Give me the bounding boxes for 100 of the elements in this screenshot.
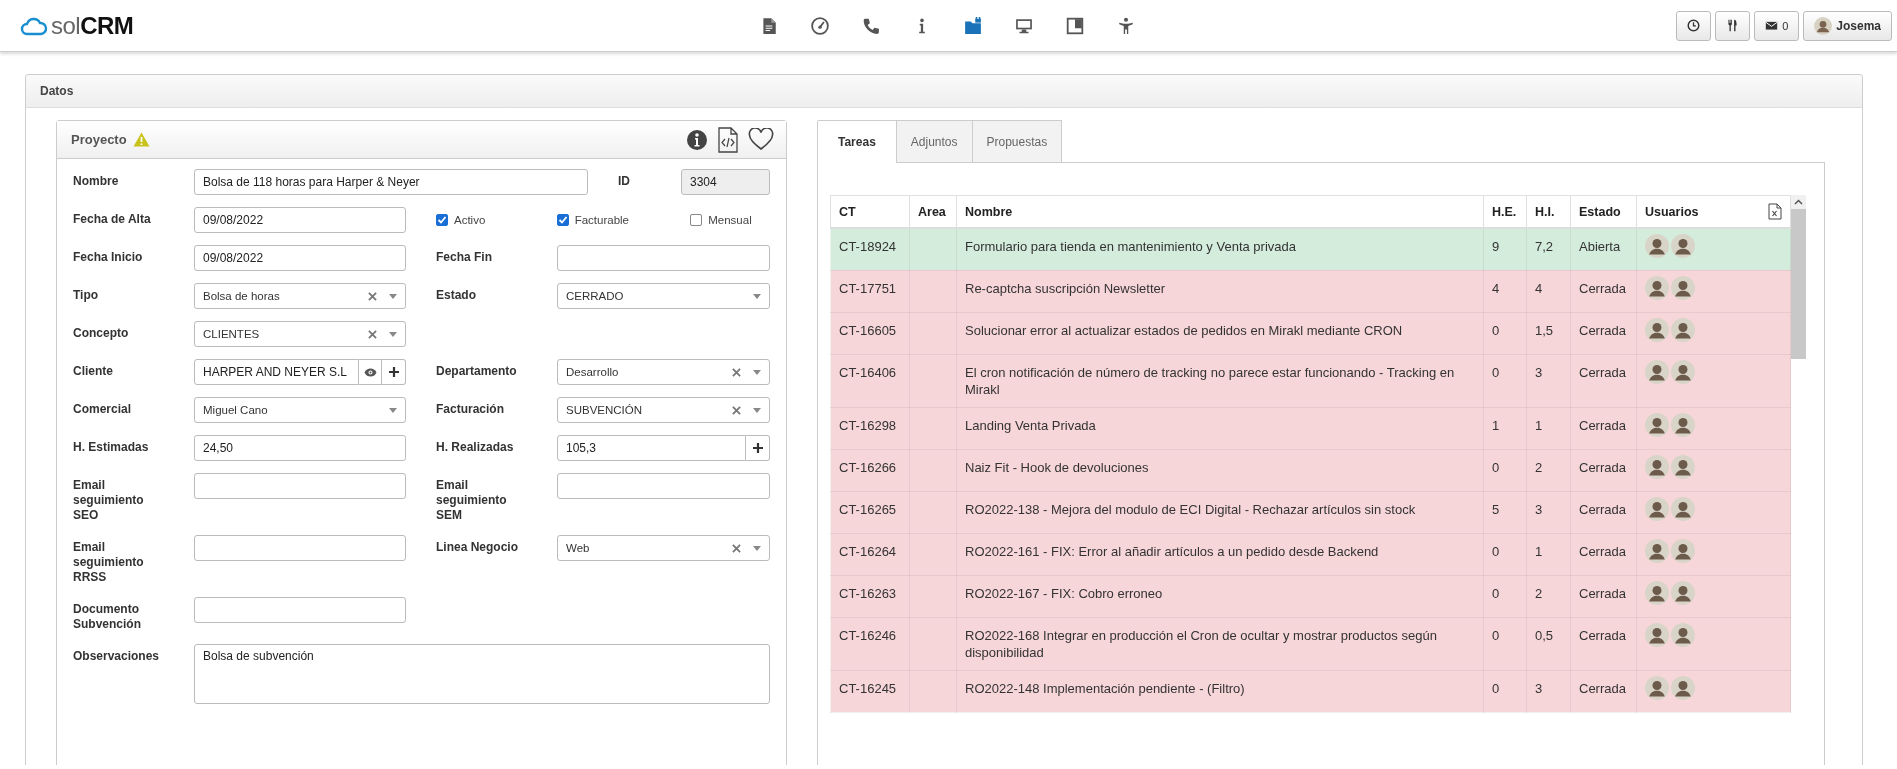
user-avatar bbox=[1645, 496, 1669, 521]
add-button[interactable] bbox=[746, 435, 770, 461]
task-row[interactable]: CT-16266 Naiz Fit - Hook de devoluciones 0 2 Cerrada bbox=[830, 449, 1791, 491]
user-avatar bbox=[1671, 580, 1695, 605]
document-nav-button[interactable] bbox=[760, 16, 778, 35]
person-nav-button[interactable] bbox=[1117, 16, 1135, 35]
field-label: Nombre bbox=[73, 174, 120, 189]
clock-button[interactable] bbox=[1676, 10, 1712, 41]
info-icon[interactable] bbox=[686, 128, 708, 151]
caret-icon bbox=[753, 545, 761, 551]
text-field[interactable] bbox=[194, 535, 406, 561]
folder-icon bbox=[964, 16, 982, 35]
text-field[interactable] bbox=[194, 597, 406, 623]
text-field[interactable]: 09/08/2022 bbox=[194, 245, 406, 271]
field-label: H. Realizadas bbox=[436, 440, 515, 455]
field-label: Facturación bbox=[436, 402, 505, 417]
column-header: Area bbox=[909, 195, 957, 228]
user-avatar bbox=[1645, 359, 1669, 384]
checkbox[interactable] bbox=[690, 214, 703, 226]
select-field[interactable]: CLIENTES bbox=[194, 321, 406, 347]
tab[interactable]: Tareas bbox=[817, 120, 897, 163]
field-label: Email seguimiento SEO bbox=[73, 478, 145, 523]
checkbox-label: Activo bbox=[454, 214, 486, 226]
task-row[interactable]: CT-16265 RO2022-138 - Mejora del modulo de ECI Digital - Rechazar artículos sin stock 5 3 Cerrada bbox=[830, 491, 1791, 533]
task-row[interactable]: CT-16263 RO2022-167 - FIX: Cobro erroneo 0 2 Cerrada bbox=[830, 575, 1791, 617]
task-row[interactable]: CT-16406 El cron notificación de número de tracking no parece estar funcionando - Tracking en Mirakl 0 3 Cerrada bbox=[830, 354, 1791, 407]
select-field[interactable]: Web bbox=[557, 535, 770, 561]
text-field[interactable] bbox=[194, 473, 406, 499]
user-avatar bbox=[1645, 622, 1669, 647]
table-cell: RO2022-167 - FIX: Cobro erroneo bbox=[956, 575, 1484, 617]
select-field[interactable]: Desarrollo bbox=[557, 359, 770, 385]
field-label: Comercial bbox=[73, 402, 133, 417]
clear-icon[interactable] bbox=[732, 405, 741, 415]
clear-icon[interactable] bbox=[368, 329, 377, 339]
mail-button[interactable]: 0 bbox=[1754, 10, 1800, 41]
table-cell: 3 bbox=[1526, 491, 1571, 533]
table-cell: Cerrada bbox=[1570, 533, 1637, 575]
table-cell: 0 bbox=[1483, 670, 1527, 712]
text-field[interactable] bbox=[557, 245, 770, 271]
select-field[interactable]: Bolsa de horas bbox=[194, 283, 406, 309]
clear-icon[interactable] bbox=[732, 367, 741, 377]
text-field[interactable]: 3304 bbox=[681, 169, 770, 195]
text-field[interactable]: Bolsa de 118 horas para Harper & Neyer bbox=[194, 169, 588, 195]
plus-icon bbox=[752, 443, 763, 453]
eye-icon bbox=[363, 367, 377, 377]
scrollbar[interactable] bbox=[1791, 195, 1806, 359]
mail-icon bbox=[1765, 19, 1779, 32]
gauge-nav-button[interactable] bbox=[811, 16, 829, 35]
phone-nav-button[interactable] bbox=[862, 16, 880, 35]
table-cell: Solucionar error al actualizar estados de pedidos en Mirakl mediante CRON bbox=[956, 312, 1484, 354]
monitor-icon bbox=[1015, 16, 1033, 35]
text-field[interactable]: HARPER AND NEYER S.L bbox=[194, 359, 359, 385]
field-label: Email seguimiento SEM bbox=[436, 478, 508, 523]
table-cell: 1 bbox=[1526, 407, 1571, 449]
table-cell: 1 bbox=[1483, 407, 1527, 449]
tab[interactable]: Propuestas bbox=[971, 120, 1063, 162]
select-field[interactable]: CERRADO bbox=[557, 283, 770, 309]
board-icon bbox=[1066, 16, 1084, 35]
table-cell: CT-18924 bbox=[830, 228, 910, 270]
task-row[interactable]: CT-16605 Solucionar error al actualizar estados de pedidos en Mirakl mediante CRON 0 1,5 Cerrada bbox=[830, 312, 1791, 354]
field-label: Cliente bbox=[73, 364, 114, 379]
table-cell: Cerrada bbox=[1570, 617, 1637, 670]
add-button[interactable] bbox=[382, 359, 406, 385]
code-file-icon[interactable] bbox=[718, 126, 738, 153]
text-area[interactable]: Bolsa de subvención bbox=[194, 644, 770, 704]
clear-icon[interactable] bbox=[368, 291, 377, 301]
plus-icon bbox=[388, 367, 399, 377]
task-row[interactable]: CT-16245 RO2022-148 Implementación pendiente - (Filtro) 0 3 Cerrada bbox=[830, 670, 1791, 712]
table-cell: Naiz Fit - Hook de devoluciones bbox=[956, 449, 1484, 491]
text-field[interactable]: 105,3 bbox=[557, 435, 746, 461]
text-field[interactable]: 09/08/2022 bbox=[194, 207, 406, 233]
user-avatar bbox=[1671, 622, 1695, 647]
select-field[interactable]: Miguel Cano bbox=[194, 397, 406, 423]
folder-nav-button[interactable] bbox=[964, 16, 982, 35]
task-row[interactable]: CT-16246 RO2022-168 Integrar en producción el Cron de ocultar y mostrar productos según disponibilidad 0 0,5 Cerrada bbox=[830, 617, 1791, 670]
user-button[interactable]: Josema bbox=[1803, 10, 1892, 41]
clear-icon[interactable] bbox=[732, 543, 741, 553]
text-field[interactable]: 24,50 bbox=[194, 435, 406, 461]
checkbox[interactable] bbox=[556, 214, 569, 226]
task-row[interactable]: CT-18924 Formulario para tienda en mantenimiento y Venta privada 9 7,2 Abierta bbox=[830, 228, 1791, 270]
board-nav-button[interactable] bbox=[1066, 16, 1084, 35]
utensils-button[interactable] bbox=[1715, 10, 1751, 41]
heart-icon[interactable] bbox=[748, 128, 774, 151]
excel-export-icon[interactable] bbox=[1768, 203, 1782, 220]
monitor-nav-button[interactable] bbox=[1015, 16, 1033, 35]
scroll-up-icon[interactable] bbox=[1794, 199, 1803, 205]
table-cell: 0 bbox=[1483, 449, 1527, 491]
table-cell: CT-16406 bbox=[830, 354, 910, 407]
field-label: Observaciones bbox=[73, 649, 161, 664]
view-button[interactable] bbox=[359, 359, 382, 385]
task-row[interactable]: CT-16298 Landing Venta Privada 1 1 Cerrada bbox=[830, 407, 1791, 449]
task-row[interactable]: CT-17751 Re-captcha suscripción Newsletter 4 4 Cerrada bbox=[830, 270, 1791, 312]
field-label: Fecha Inicio bbox=[73, 250, 144, 265]
text-field[interactable] bbox=[557, 473, 770, 499]
task-row[interactable]: CT-16264 RO2022-161 - FIX: Error al añadir artículos a un pedido desde Backend 0 1 Cerrada bbox=[830, 533, 1791, 575]
tab[interactable]: Adjuntos bbox=[895, 120, 973, 162]
checkbox[interactable] bbox=[436, 214, 448, 226]
field-label: Fecha Fin bbox=[436, 250, 493, 265]
select-field[interactable]: SUBVENCIÓN bbox=[557, 397, 770, 423]
user-avatar bbox=[1671, 496, 1695, 521]
